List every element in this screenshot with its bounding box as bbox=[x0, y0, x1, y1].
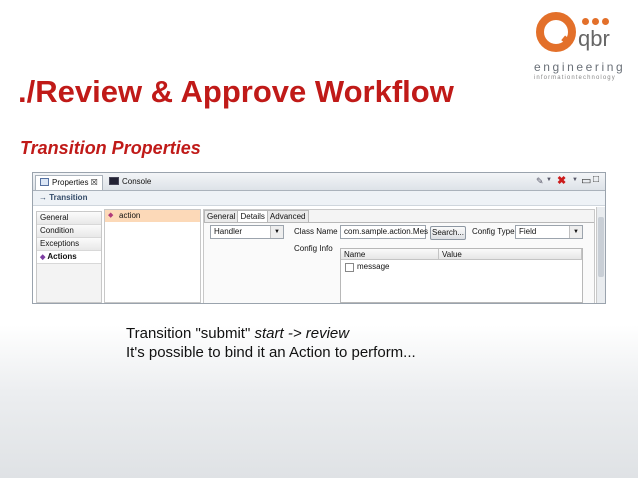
detail-tabs: General Details Advanced bbox=[204, 210, 309, 222]
slide-subtitle: Transition Properties bbox=[20, 138, 201, 158]
table-row[interactable]: message bbox=[341, 261, 582, 273]
section-title: → Transition bbox=[39, 193, 88, 202]
view-tab-bar: Properties ☒ Console ✎ ▼ ✖ ▼ ▭ □ bbox=[33, 173, 605, 191]
pin-icon[interactable]: ✎ bbox=[536, 176, 544, 187]
config-type-value: Field bbox=[519, 227, 537, 236]
tab-advanced[interactable]: Advanced bbox=[266, 210, 309, 222]
desc-from-state: start bbox=[254, 325, 284, 342]
nav-actions[interactable]: ◆ Actions bbox=[37, 251, 101, 264]
slide-description: Transition "submit" start -> review It's… bbox=[126, 324, 416, 362]
dropdown-chevron-icon[interactable]: ▼ bbox=[572, 177, 578, 183]
action-item-label: action bbox=[119, 211, 141, 220]
scrollbar-thumb[interactable] bbox=[598, 217, 604, 277]
logo-q-icon bbox=[536, 12, 578, 52]
tab-properties[interactable]: Properties ☒ bbox=[35, 175, 103, 190]
list-item[interactable]: ◆ action bbox=[105, 210, 200, 222]
view-menu-chevron-icon[interactable]: ▼ bbox=[546, 177, 552, 183]
handler-select-value: Handler bbox=[214, 227, 243, 236]
tab-details[interactable]: Details bbox=[237, 210, 268, 222]
tab-console-label: Console bbox=[122, 177, 152, 186]
vertical-scrollbar[interactable] bbox=[596, 207, 605, 303]
search-button[interactable]: Search... bbox=[430, 226, 466, 240]
action-detail-panel: General Details Advanced Handler ▼ Class N… bbox=[203, 209, 595, 303]
tab-properties-label: Properties ☒ bbox=[52, 178, 98, 187]
description-line-1: Transition "submit" start -> review bbox=[126, 324, 416, 343]
class-name-value: com.sample.action.Mes bbox=[344, 227, 429, 236]
chevron-down-icon: ▼ bbox=[569, 226, 582, 238]
class-name-label: Class Name bbox=[294, 227, 338, 236]
column-header-value[interactable]: Value bbox=[439, 249, 582, 260]
action-item-icon: ◆ bbox=[108, 212, 114, 219]
desc-arrow: -> bbox=[283, 325, 306, 342]
logo-tagline: engineering bbox=[534, 60, 626, 74]
actions-list: ◆ action bbox=[104, 209, 201, 303]
config-info-table: Name Value message bbox=[340, 248, 583, 303]
row-name: message bbox=[357, 262, 390, 271]
nav-actions-label: Actions bbox=[47, 252, 77, 261]
properties-icon bbox=[40, 178, 49, 186]
desc-to-state: review bbox=[305, 325, 350, 342]
tab-general[interactable]: General bbox=[204, 210, 239, 222]
close-red-icon[interactable]: ✖ bbox=[557, 174, 566, 187]
chevron-down-icon: ▼ bbox=[270, 226, 283, 238]
action-diamond-icon: ◆ bbox=[40, 254, 46, 261]
logo-brand: qbr bbox=[578, 26, 610, 51]
logo-subtag: informationtechnology bbox=[534, 75, 616, 81]
minimize-icon[interactable]: ▭ bbox=[581, 174, 591, 187]
nav-general[interactable]: General bbox=[37, 212, 101, 225]
property-tabs: General Condition Exceptions ◆ Actions bbox=[36, 211, 102, 303]
column-header-name[interactable]: Name bbox=[341, 249, 439, 260]
config-info-label: Config Info bbox=[294, 244, 333, 253]
section-header: → Transition bbox=[33, 191, 605, 206]
properties-view: Properties ☒ Console ✎ ▼ ✖ ▼ ▭ □ → Trans… bbox=[32, 172, 606, 304]
detail-body: Handler ▼ Class Name com.sample.action.M… bbox=[204, 222, 594, 303]
desc-prefix: Transition "submit" bbox=[126, 325, 255, 342]
tab-console[interactable]: Console bbox=[105, 175, 155, 189]
nav-exceptions[interactable]: Exceptions bbox=[37, 238, 101, 251]
class-name-field[interactable]: com.sample.action.Mes bbox=[340, 225, 429, 239]
description-line-2: It's possible to bind it an Action to pe… bbox=[126, 344, 416, 361]
config-type-label: Config Type bbox=[472, 227, 515, 236]
maximize-icon[interactable]: □ bbox=[593, 174, 599, 185]
slide-title: ./Review & Approve Workflow bbox=[18, 74, 454, 109]
row-checkbox[interactable] bbox=[345, 263, 354, 272]
console-icon bbox=[109, 177, 119, 185]
nav-condition[interactable]: Condition bbox=[37, 225, 101, 238]
config-type-select[interactable]: Field ▼ bbox=[515, 225, 583, 239]
handler-select[interactable]: Handler ▼ bbox=[210, 225, 284, 239]
company-logo: qbr engineering informationtechnology bbox=[528, 8, 628, 100]
